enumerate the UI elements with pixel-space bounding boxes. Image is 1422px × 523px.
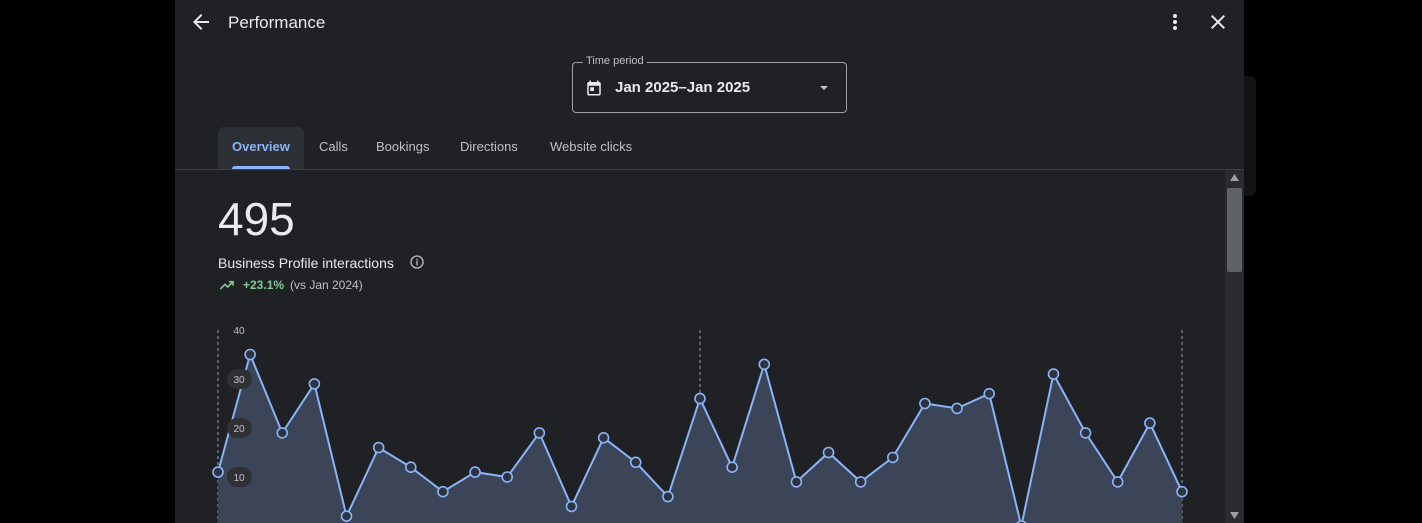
interactions-chart: 10 20 30 40 — [212, 326, 1188, 523]
chart-point[interactable] — [662, 490, 674, 503]
time-period-label: Time period — [583, 55, 647, 67]
chart-point[interactable] — [533, 427, 546, 439]
chart-point[interactable] — [951, 402, 963, 415]
chart-point[interactable] — [469, 466, 481, 478]
chart-point[interactable] — [244, 348, 256, 361]
chart-point[interactable] — [629, 456, 642, 469]
overview-content: 495 Business Profile interactions +23.1%… — [175, 170, 1225, 523]
chart-point[interactable] — [694, 392, 706, 405]
time-period-select[interactable]: Time period Jan 2025–Jan 2025 — [572, 55, 847, 113]
y-tick-label: 40 — [233, 326, 245, 337]
chart-point[interactable] — [1176, 485, 1188, 498]
chart-point[interactable] — [1079, 427, 1092, 439]
calendar-icon — [587, 80, 601, 96]
tab-overview[interactable]: Overview — [218, 127, 304, 169]
tab-calls[interactable]: Calls — [319, 127, 348, 169]
chart-point[interactable] — [1144, 417, 1156, 429]
chart-point[interactable] — [1111, 476, 1124, 488]
chart-point[interactable] — [372, 441, 385, 454]
chart-point[interactable] — [276, 427, 289, 439]
tab-bookings[interactable]: Bookings — [376, 127, 429, 169]
chart-point[interactable] — [758, 358, 771, 371]
chart-point[interactable] — [822, 446, 835, 459]
chart-point[interactable] — [340, 510, 353, 523]
dialog-title: Performance — [228, 13, 326, 32]
chart-point[interactable] — [565, 500, 578, 513]
more-vert-icon — [1173, 14, 1177, 30]
chart-point[interactable] — [437, 485, 449, 498]
scroll-up-arrow[interactable] — [1230, 174, 1239, 181]
performance-dialog: Performance Time period Jan 2025–Jan 202… — [175, 0, 1244, 523]
tab-directions[interactable]: Directions — [460, 127, 518, 169]
close-icon — [1211, 15, 1225, 29]
chart-point[interactable] — [983, 387, 996, 400]
chart-point[interactable] — [501, 471, 514, 483]
chart-point[interactable] — [726, 461, 738, 474]
y-tick-label: 10 — [233, 473, 245, 484]
chart-point[interactable] — [308, 378, 321, 390]
tab-website-clicks[interactable]: Website clicks — [550, 127, 632, 169]
time-period-value: Jan 2025–Jan 2025 — [615, 79, 751, 96]
back-button[interactable] — [189, 10, 213, 34]
chart-point[interactable] — [212, 466, 224, 478]
chart-point[interactable] — [886, 451, 899, 464]
scroll-thumb[interactable] — [1227, 188, 1242, 272]
arrow-left-icon — [193, 14, 209, 30]
chart-point[interactable] — [854, 476, 867, 488]
chart-point[interactable] — [790, 476, 803, 488]
scroll-down-arrow[interactable] — [1230, 512, 1239, 519]
chart-point[interactable] — [1047, 368, 1060, 380]
chart-point[interactable] — [919, 397, 931, 410]
dialog-header: Performance — [175, 0, 1244, 46]
more-options-button[interactable] — [1163, 10, 1187, 34]
caret-down-icon — [820, 86, 828, 90]
chart-point[interactable] — [597, 431, 610, 444]
scrollbar[interactable] — [1225, 170, 1244, 523]
close-button[interactable] — [1206, 10, 1230, 34]
y-tick-label: 30 — [233, 375, 245, 386]
y-tick-label: 20 — [233, 424, 245, 435]
chart-point[interactable] — [405, 461, 417, 474]
